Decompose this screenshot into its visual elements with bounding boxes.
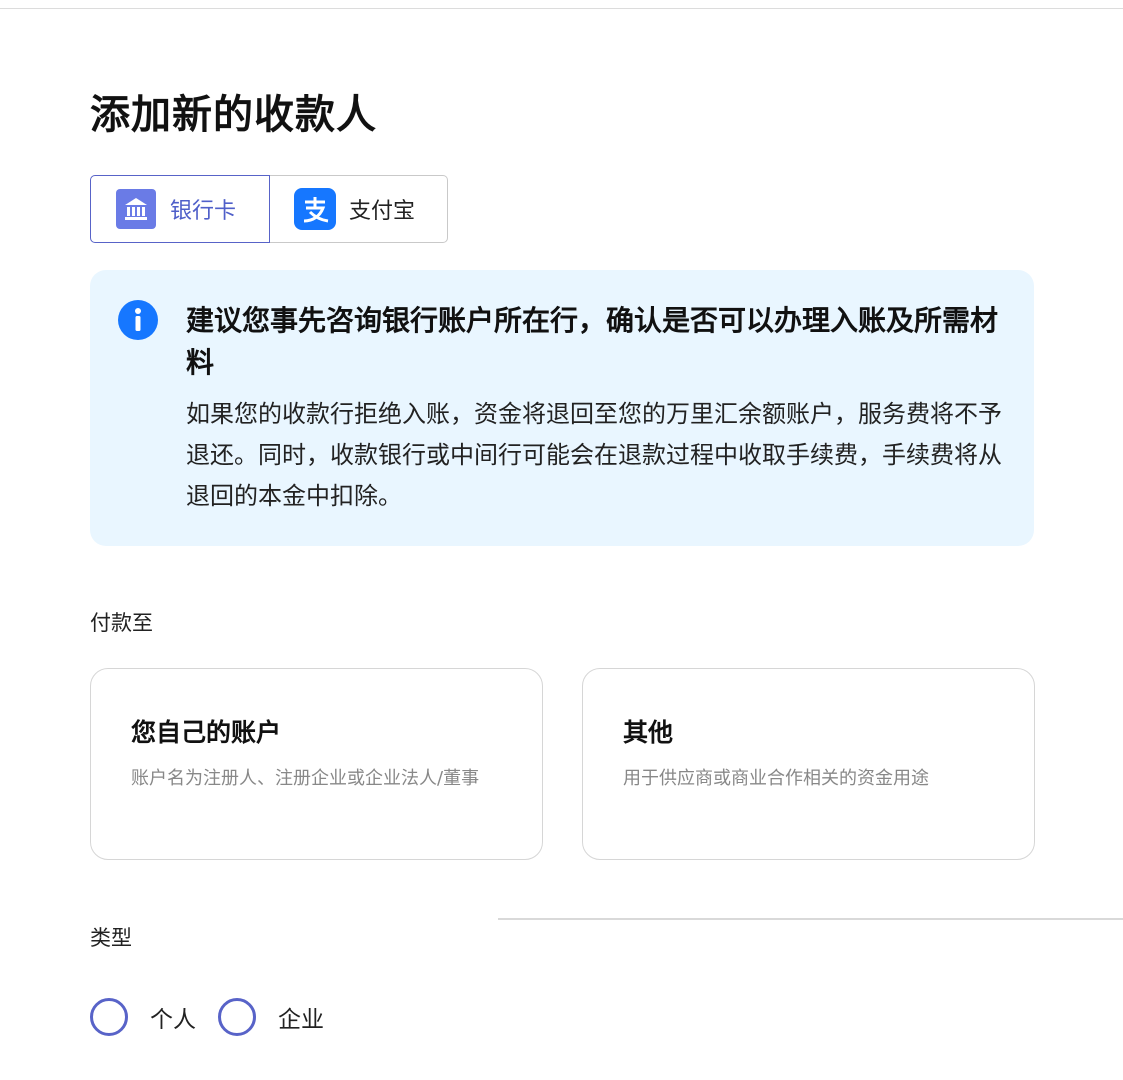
tab-bank-card[interactable]: 银行卡 [90,175,270,243]
notice-title: 建议您事先咨询银行账户所在行，确认是否可以办理入账及所需材料 [186,304,999,379]
section-divider [498,918,1123,920]
bank-icon [116,189,156,229]
radio-company-label[interactable]: 企业 [278,1000,324,1034]
page-title: 添加新的收款人 [90,92,377,138]
tab-alipay[interactable]: 支付宝 [270,175,448,243]
other-account-option[interactable]: 其他 用于供应商或商业合作相关的资金用途 [582,668,1035,860]
type-label: 类型 [90,926,132,950]
tab-alipay-label: 支付宝 [349,199,416,224]
own-account-desc: 账户名为注册人、注册企业或企业法人/董事 [131,768,480,789]
own-account-title: 您自己的账户 [131,718,282,747]
payment-method-tabs: 银行卡 支付宝 [90,175,448,243]
radio-company[interactable] [218,998,256,1036]
radio-individual[interactable] [90,998,128,1036]
own-account-option[interactable]: 您自己的账户 账户名为注册人、注册企业或企业法人/董事 [90,668,543,860]
radio-individual-label[interactable]: 个人 [150,1000,196,1034]
other-account-title: 其他 [623,718,674,747]
pay-to-label: 付款至 [90,611,153,635]
info-icon [118,300,158,340]
top-divider [0,8,1123,9]
other-account-desc: 用于供应商或商业合作相关的资金用途 [623,768,929,789]
tab-bank-card-label: 银行卡 [170,199,237,224]
notice-body: 如果您的收款行拒绝入账，资金将退回至您的万里汇余额账户，服务费将不予退还。同时，… [186,400,1002,510]
type-radio-group: 个人 企业 [90,997,346,1037]
notice-box: 建议您事先咨询银行账户所在行，确认是否可以办理入账及所需材料 如果您的收款行拒绝… [90,270,1034,546]
alipay-icon [294,188,336,230]
